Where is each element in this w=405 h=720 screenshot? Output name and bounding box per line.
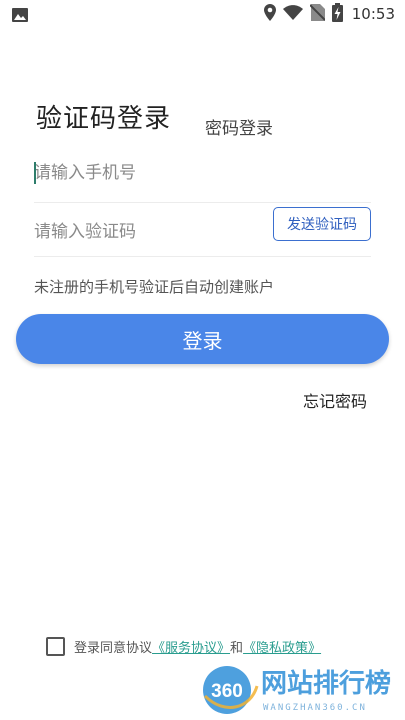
watermark-subtitle: WANGZHAN360.CN bbox=[263, 703, 367, 713]
image-icon bbox=[12, 7, 28, 26]
login-tabs: 验证码登录 密码登录 bbox=[36, 98, 273, 139]
agreement-connector: 和 bbox=[230, 641, 244, 656]
agreement-prefix: 登录同意协议 bbox=[74, 641, 153, 656]
tab-sms-login[interactable]: 验证码登录 bbox=[36, 98, 171, 135]
no-sim-icon bbox=[309, 3, 326, 25]
send-code-button[interactable]: 发送验证码 bbox=[273, 207, 371, 241]
text-cursor bbox=[34, 162, 36, 184]
agreement-row: 登录同意协议 《服务协议》 和 《隐私政策》 bbox=[46, 637, 321, 656]
agreement-checkbox[interactable] bbox=[46, 637, 65, 656]
tab-password-login[interactable]: 密码登录 bbox=[205, 114, 273, 139]
location-icon bbox=[263, 3, 276, 25]
battery-charging-icon bbox=[331, 2, 343, 26]
login-button[interactable]: 登录 bbox=[16, 314, 389, 364]
clock-time: 10:53 bbox=[351, 5, 395, 23]
watermark-title: 网站排行榜 bbox=[261, 668, 391, 699]
phone-field bbox=[34, 153, 371, 203]
forgot-password-link[interactable]: 忘记密码 bbox=[303, 388, 367, 412]
code-field: 发送验证码 bbox=[34, 207, 371, 257]
privacy-policy-link[interactable]: 《隐私政策》 bbox=[243, 637, 321, 656]
watermark-logo: 360 网站排行榜 WANGZHAN360.CN bbox=[195, 660, 405, 720]
watermark-badge: 360 bbox=[211, 681, 243, 702]
phone-input[interactable] bbox=[34, 153, 254, 193]
status-bar: 10:53 bbox=[0, 0, 405, 28]
auto-register-hint: 未注册的手机号验证后自动创建账户 bbox=[34, 278, 275, 296]
service-agreement-link[interactable]: 《服务协议》 bbox=[152, 637, 230, 656]
wifi-icon bbox=[282, 4, 303, 24]
verification-code-input[interactable] bbox=[34, 212, 254, 252]
